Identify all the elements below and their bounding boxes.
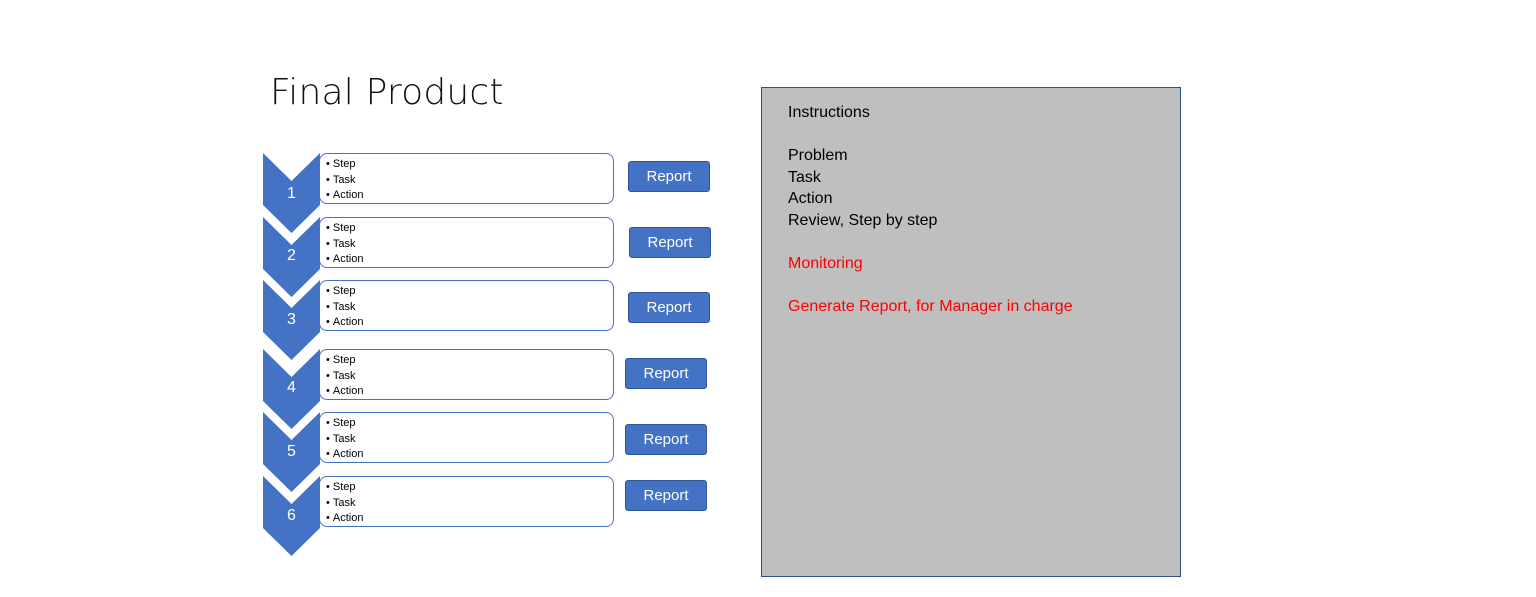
instruction-item: Task [788, 168, 821, 186]
bullet-action: Action [326, 315, 613, 331]
bullet-action: Action [326, 252, 613, 268]
instruction-item: Review, Step by step [788, 211, 938, 229]
report-button[interactable]: Report [628, 161, 710, 192]
step-details-box: Step Task Action [319, 217, 614, 268]
report-button[interactable]: Report [628, 292, 710, 323]
bullet-task: Task [326, 300, 613, 316]
bullet-task: Task [326, 369, 613, 385]
instructions-panel: Instructions Problem Task Action Review,… [761, 87, 1181, 577]
instructions-text: Instructions Problem Task Action Review,… [788, 102, 1073, 317]
instruction-item: Action [788, 190, 833, 207]
step-details-box: Step Task Action [319, 349, 614, 400]
bullet-step: Step [326, 416, 613, 432]
bullet-step: Step [326, 221, 613, 237]
step-details-box: Step Task Action [319, 476, 614, 527]
bullet-action: Action [326, 384, 613, 400]
step-details-box: Step Task Action [319, 412, 614, 463]
report-button[interactable]: Report [625, 424, 707, 455]
step-number: 2 [287, 247, 296, 264]
instruction-item: Problem [788, 147, 848, 164]
bullet-task: Task [326, 496, 613, 512]
bullet-action: Action [326, 188, 613, 204]
bullet-step: Step [326, 157, 613, 173]
report-button[interactable]: Report [625, 358, 707, 389]
report-button[interactable]: Report [629, 227, 711, 258]
bullet-step: Step [326, 353, 613, 369]
bullet-action: Action [326, 447, 613, 463]
instructions-heading: Instructions [788, 104, 870, 121]
bullet-task: Task [326, 432, 613, 448]
step-number: 1 [287, 185, 296, 202]
bullet-step: Step [326, 284, 613, 300]
monitoring-label: Monitoring [788, 254, 863, 272]
bullet-task: Task [326, 173, 613, 189]
step-number: 3 [287, 311, 296, 328]
step-row: 6 Step Task Action Report [0, 476, 760, 556]
step-number: 5 [287, 443, 296, 460]
report-button[interactable]: Report [625, 480, 707, 511]
bullet-step: Step [326, 480, 613, 496]
step-number: 6 [287, 507, 296, 524]
bullet-action: Action [326, 511, 613, 527]
generate-report-label: Generate Report, for Manager in charge [788, 297, 1073, 315]
bullet-task: Task [326, 237, 613, 253]
process-steps: 1 Step Task Action Report 2 Step Task Ac… [0, 0, 760, 597]
step-details-box: Step Task Action [319, 153, 614, 204]
step-row: 3 Step Task Action Report [0, 280, 760, 360]
step-number: 4 [287, 379, 296, 396]
step-details-box: Step Task Action [319, 280, 614, 331]
